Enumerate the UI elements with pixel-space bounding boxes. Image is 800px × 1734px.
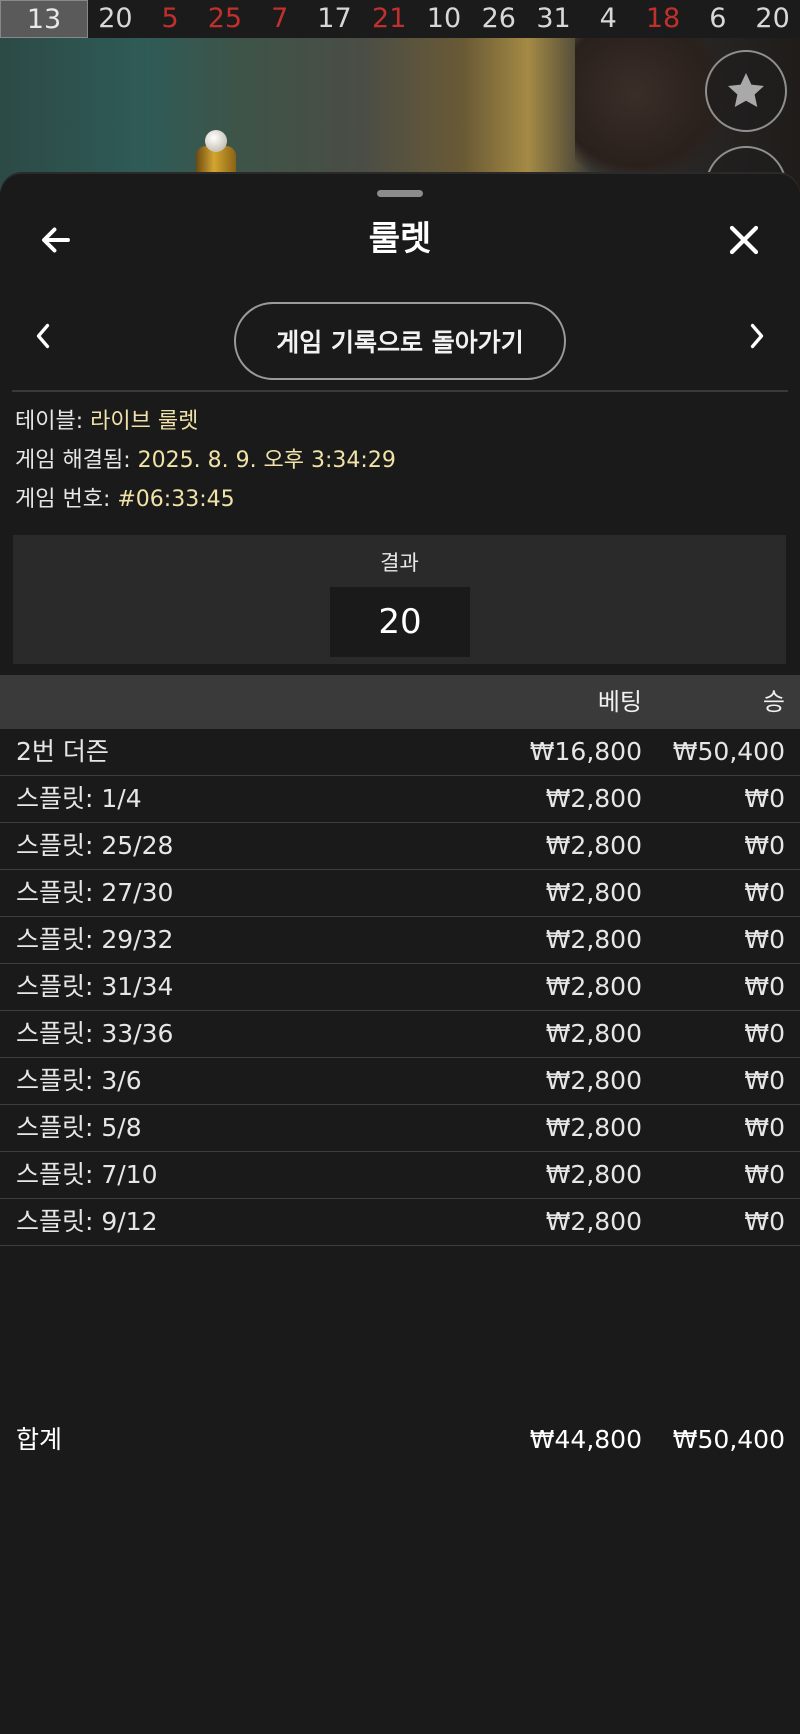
chevron-right-icon xyxy=(750,323,764,349)
history-number: 20 xyxy=(98,3,133,34)
table-row: 스플릿: 33/36 ₩2,800 ₩0 xyxy=(0,1011,800,1058)
total-row: 합계 ₩44,800 ₩50,400 xyxy=(0,1417,800,1464)
bets-table-header: 베팅 승 xyxy=(0,675,800,729)
dealer-silhouette xyxy=(575,38,725,178)
result-label: 결과 xyxy=(380,551,419,575)
win-amount: ₩0 xyxy=(744,831,785,860)
bet-amount: ₩2,800 xyxy=(545,1113,642,1142)
win-amount: ₩0 xyxy=(744,1113,785,1142)
bet-amount: ₩16,800 xyxy=(529,737,642,766)
bet-amount: ₩2,800 xyxy=(545,784,642,813)
table-row: 스플릿: 9/12 ₩2,800 ₩0 xyxy=(0,1199,800,1246)
total-win: ₩50,400 xyxy=(672,1425,785,1454)
history-number: 26 xyxy=(481,3,516,34)
recent-results-strip: 13 20 5 25 7 17 21 10 26 31 4 18 6 20 xyxy=(0,0,800,38)
star-icon xyxy=(728,73,764,107)
bet-amount: ₩2,800 xyxy=(545,1066,642,1095)
table-value: 라이브 룰렛 xyxy=(90,409,199,434)
bet-name: 스플릿: 1/4 xyxy=(16,784,142,813)
previous-game-button[interactable] xyxy=(26,314,60,358)
win-amount: ₩0 xyxy=(744,1160,785,1189)
bet-name: 스플릿: 7/10 xyxy=(16,1160,158,1189)
history-number: 21 xyxy=(372,3,407,34)
result-panel: 결과 20 xyxy=(13,535,786,664)
history-number: 20 xyxy=(755,3,790,34)
history-number: 7 xyxy=(271,3,289,34)
bet-name: 스플릿: 29/32 xyxy=(16,925,174,954)
history-number: 4 xyxy=(599,3,617,34)
table-row: 스플릿: 27/30 ₩2,800 ₩0 xyxy=(0,870,800,917)
divider xyxy=(12,390,788,392)
game-details-sheet: 룰렛 게임 기록으로 돌아가기 테이블: 라이브 룰렛 게임 해결됨: 2025… xyxy=(0,174,800,1734)
favorite-button[interactable] xyxy=(705,50,787,132)
win-column-header: 승 xyxy=(762,688,785,716)
game-number-info: 게임 번호: #06:33:45 xyxy=(15,485,235,515)
win-amount: ₩0 xyxy=(744,1207,785,1236)
close-button[interactable] xyxy=(722,218,766,262)
history-number: 5 xyxy=(161,3,179,34)
bet-name: 스플릿: 31/34 xyxy=(16,972,174,1001)
history-number: 13 xyxy=(0,0,88,38)
back-to-history-button[interactable]: 게임 기록으로 돌아가기 xyxy=(234,302,566,380)
win-amount: ₩0 xyxy=(744,878,785,907)
bet-amount: ₩2,800 xyxy=(545,925,642,954)
game-number-label: 게임 번호: xyxy=(15,487,118,512)
bet-amount: ₩2,800 xyxy=(545,972,642,1001)
bet-name: 스플릿: 3/6 xyxy=(16,1066,142,1095)
table-info: 테이블: 라이브 룰렛 xyxy=(15,407,198,437)
win-amount: ₩0 xyxy=(744,925,785,954)
resolved-label: 게임 해결됨: xyxy=(15,448,138,473)
resolved-info: 게임 해결됨: 2025. 8. 9. 오후 3:34:29 xyxy=(15,446,396,476)
history-number: 10 xyxy=(426,3,462,34)
bet-amount: ₩2,800 xyxy=(545,1207,642,1236)
table-row: 스플릿: 31/34 ₩2,800 ₩0 xyxy=(0,964,800,1011)
history-number: 17 xyxy=(317,3,352,34)
table-row: 스플릿: 3/6 ₩2,800 ₩0 xyxy=(0,1058,800,1105)
table-row: 스플릿: 5/8 ₩2,800 ₩0 xyxy=(0,1105,800,1152)
bet-name: 스플릿: 33/36 xyxy=(16,1019,174,1048)
bet-amount: ₩2,800 xyxy=(545,878,642,907)
win-amount: ₩0 xyxy=(744,1019,785,1048)
win-amount: ₩0 xyxy=(744,1066,785,1095)
total-bet: ₩44,800 xyxy=(529,1425,642,1454)
table-row: 스플릿: 25/28 ₩2,800 ₩0 xyxy=(0,823,800,870)
win-amount: ₩0 xyxy=(744,784,785,813)
next-game-button[interactable] xyxy=(740,314,774,358)
total-label: 합계 xyxy=(16,1425,63,1454)
sheet-title: 룰렛 xyxy=(368,219,432,259)
game-number-value: #06:33:45 xyxy=(117,487,235,512)
history-number: 18 xyxy=(645,3,681,34)
bet-amount: ₩2,800 xyxy=(545,1019,642,1048)
bet-name: 스플릿: 9/12 xyxy=(16,1207,158,1236)
table-label: 테이블: xyxy=(15,409,91,434)
chevron-left-icon xyxy=(36,323,50,349)
history-number: 6 xyxy=(709,3,727,34)
bet-amount: ₩2,800 xyxy=(545,1160,642,1189)
bet-column-header: 베팅 xyxy=(597,688,642,716)
table-row: 스플릿: 29/32 ₩2,800 ₩0 xyxy=(0,917,800,964)
bet-name: 스플릿: 25/28 xyxy=(16,831,174,860)
table-row: 스플릿: 1/4 ₩2,800 ₩0 xyxy=(0,776,800,823)
result-number: 20 xyxy=(330,587,470,657)
table-row: 스플릿: 7/10 ₩2,800 ₩0 xyxy=(0,1152,800,1199)
win-amount: ₩50,400 xyxy=(672,737,785,766)
win-amount: ₩0 xyxy=(744,972,785,1001)
resolved-value: 2025. 8. 9. 오후 3:34:29 xyxy=(137,448,396,473)
history-number: 25 xyxy=(207,3,243,34)
history-number: 31 xyxy=(536,3,571,34)
bet-name: 스플릿: 27/30 xyxy=(16,878,174,907)
bets-table-body: 2번 더즌 ₩16,800 ₩50,400 스플릿: 1/4 ₩2,800 ₩0 스플릿: … xyxy=(0,729,800,1246)
sheet-grabber[interactable] xyxy=(377,190,423,197)
table-row: 2번 더즌 ₩16,800 ₩50,400 xyxy=(0,729,800,776)
close-icon xyxy=(729,225,759,255)
bet-name: 스플릿: 5/8 xyxy=(16,1113,142,1142)
bet-amount: ₩2,800 xyxy=(545,831,642,860)
bet-name: 2번 더즌 xyxy=(16,737,109,766)
